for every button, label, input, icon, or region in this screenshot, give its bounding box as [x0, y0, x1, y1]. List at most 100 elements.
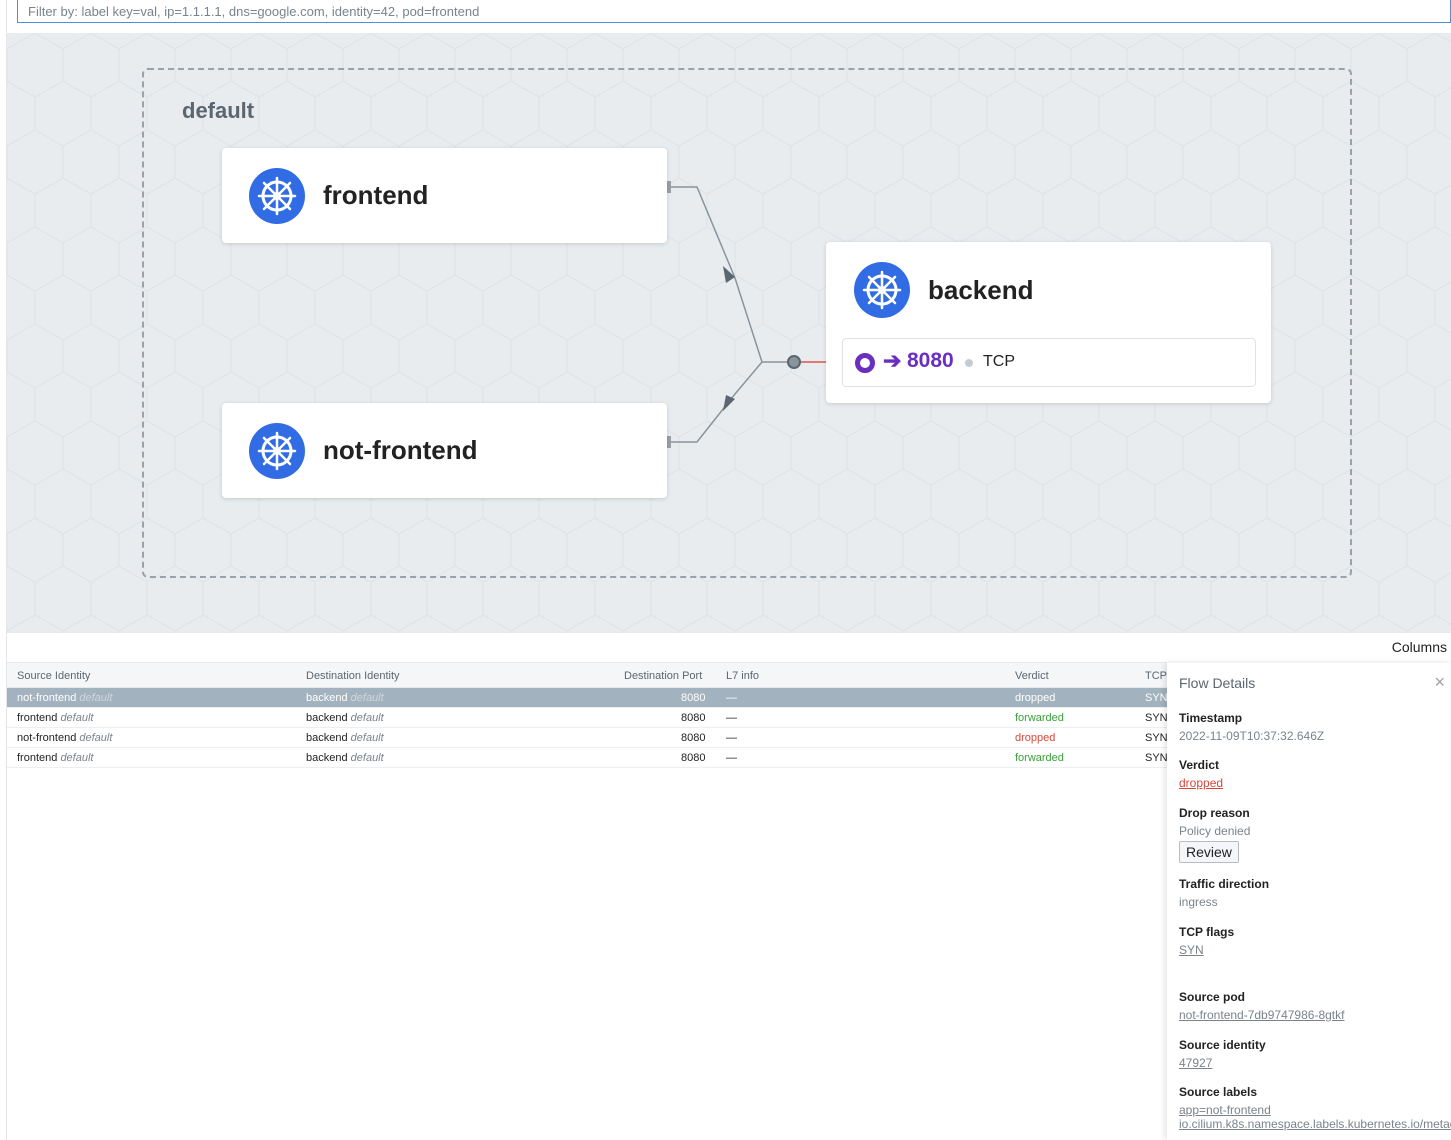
protocol-label: TCP	[983, 353, 1015, 370]
header-tcp: TCP	[1145, 670, 1167, 682]
kubernetes-icon	[854, 262, 910, 318]
filter-input[interactable]	[18, 0, 1450, 22]
columns-button[interactable]: Columns	[1392, 639, 1447, 655]
source-pod-link[interactable]: not-frontend-7db9747986-8gtkf	[1179, 1008, 1449, 1022]
filter-bar[interactable]	[17, 0, 1451, 23]
tcp-flags: SYN	[1145, 692, 1168, 704]
source-identity: not-frontend default	[17, 732, 112, 744]
destination-name: backend	[306, 712, 348, 724]
table-row[interactable]: not-frontend default backend default 808…	[7, 688, 1168, 708]
tcp-flags-link[interactable]: SYN	[1179, 943, 1449, 957]
tcp-flags-section: TCP flags SYN	[1179, 925, 1449, 957]
source-label-link[interactable]: app=not-frontend	[1179, 1103, 1449, 1117]
destination-name: backend	[306, 692, 348, 704]
verdict: forwarded	[1015, 712, 1064, 724]
source-identity-link[interactable]: 47927	[1179, 1056, 1449, 1070]
left-edge	[0, 0, 7, 1140]
service-card-backend[interactable]: backend ➔ 8080 TCP	[826, 242, 1271, 403]
timestamp-section: Timestamp 2022-11-09T10:37:32.646Z	[1179, 711, 1449, 743]
destination-port: 8080	[681, 752, 706, 764]
destination-identity: backend default	[306, 692, 384, 704]
header-l7-info: L7 info	[726, 670, 760, 682]
source-label-link[interactable]: io.cilium.k8s.namespace.labels.kubernete…	[1179, 1117, 1451, 1131]
kubernetes-icon	[249, 168, 305, 224]
endpoint-icon	[855, 353, 875, 373]
verdict-label: Verdict	[1179, 758, 1220, 772]
tcp-flags: SYN	[1145, 712, 1168, 724]
destination-name: backend	[306, 752, 348, 764]
source-namespace: default	[79, 732, 113, 744]
traffic-direction-section: Traffic direction ingress	[1179, 877, 1449, 909]
service-map[interactable]: default frontend not-frontend backend ➔ …	[7, 33, 1451, 633]
l7-info: —	[726, 712, 737, 724]
timestamp-label: Timestamp	[1179, 711, 1243, 725]
table-row[interactable]: frontend default backend default 8080 — …	[7, 708, 1168, 728]
review-button[interactable]: Review	[1179, 841, 1239, 863]
l7-info: —	[726, 752, 737, 764]
verdict: dropped	[1015, 732, 1056, 744]
source-namespace: default	[79, 692, 113, 704]
service-card-frontend[interactable]: frontend	[222, 148, 667, 243]
close-icon[interactable]: ×	[1434, 672, 1445, 693]
port-row[interactable]: ➔ 8080 TCP	[842, 338, 1256, 387]
kubernetes-icon	[249, 423, 305, 479]
destination-port: 8080	[681, 692, 706, 704]
source-name: frontend	[17, 752, 58, 764]
header-verdict: Verdict	[1015, 670, 1049, 682]
verdict: dropped	[1015, 692, 1056, 704]
drop-reason-value: Policy denied	[1179, 824, 1251, 838]
l7-info: —	[726, 732, 737, 744]
source-identity-section: Source identity 47927	[1179, 1038, 1449, 1070]
traffic-direction-label: Traffic direction	[1179, 877, 1270, 891]
table-row[interactable]: not-frontend default backend default 808…	[7, 728, 1168, 748]
source-identity: frontend default	[17, 712, 93, 724]
destination-identity: backend default	[306, 752, 384, 764]
source-namespace: default	[60, 752, 94, 764]
flow-details-title: Flow Details	[1179, 675, 1256, 691]
destination-port: 8080	[681, 732, 706, 744]
timestamp-value: 2022-11-09T10:37:32.646Z	[1179, 729, 1325, 743]
flow-details-panel: Flow Details × Timestamp 2022-11-09T10:3…	[1167, 663, 1451, 1140]
arrow-right-icon: ➔	[883, 348, 902, 373]
verdict-link[interactable]: dropped	[1179, 776, 1449, 790]
source-labels-label: Source labels	[1179, 1085, 1258, 1099]
tcp-flags: SYN	[1145, 752, 1168, 764]
destination-identity: backend default	[306, 732, 384, 744]
table-header: Source Identity Destination Identity Des…	[7, 662, 1167, 688]
destination-namespace: default	[350, 732, 384, 744]
source-identity: not-frontend default	[17, 692, 112, 704]
destination-identity: backend default	[306, 712, 384, 724]
source-namespace: default	[60, 712, 94, 724]
source-labels-section: Source labels app=not-frontend io.cilium…	[1179, 1085, 1451, 1131]
destination-port: 8080	[681, 712, 706, 724]
l7-info: —	[726, 692, 737, 704]
namespace-label: default	[182, 98, 255, 123]
port-number: 8080	[907, 349, 954, 372]
traffic-direction-value: ingress	[1179, 895, 1218, 909]
header-source-identity: Source Identity	[17, 670, 91, 682]
verdict: forwarded	[1015, 752, 1064, 764]
service-name: frontend	[323, 180, 429, 210]
tcp-flags: SYN	[1145, 732, 1168, 744]
tcp-flags-label: TCP flags	[1179, 925, 1235, 939]
source-pod-section: Source pod not-frontend-7db9747986-8gtkf	[1179, 990, 1449, 1022]
drop-reason-section: Drop reason Policy denied Review	[1179, 806, 1449, 863]
drop-reason-label: Drop reason	[1179, 806, 1250, 820]
source-identity: frontend default	[17, 752, 93, 764]
source-name: not-frontend	[17, 692, 77, 704]
source-identity-label: Source identity	[1179, 1038, 1266, 1052]
verdict-section: Verdict dropped	[1179, 758, 1449, 790]
destination-namespace: default	[350, 712, 384, 724]
header-destination-identity: Destination Identity	[306, 670, 400, 682]
service-card-not-frontend[interactable]: not-frontend	[222, 403, 667, 498]
destination-namespace: default	[350, 692, 384, 704]
service-name: backend	[928, 275, 1034, 305]
source-name: frontend	[17, 712, 58, 724]
table-row[interactable]: frontend default backend default 8080 — …	[7, 748, 1168, 768]
service-name: not-frontend	[323, 435, 478, 465]
destination-namespace: default	[350, 752, 384, 764]
header-destination-port: Destination Port	[624, 670, 703, 682]
separator-dot-icon	[965, 359, 973, 367]
destination-name: backend	[306, 732, 348, 744]
source-name: not-frontend	[17, 732, 77, 744]
